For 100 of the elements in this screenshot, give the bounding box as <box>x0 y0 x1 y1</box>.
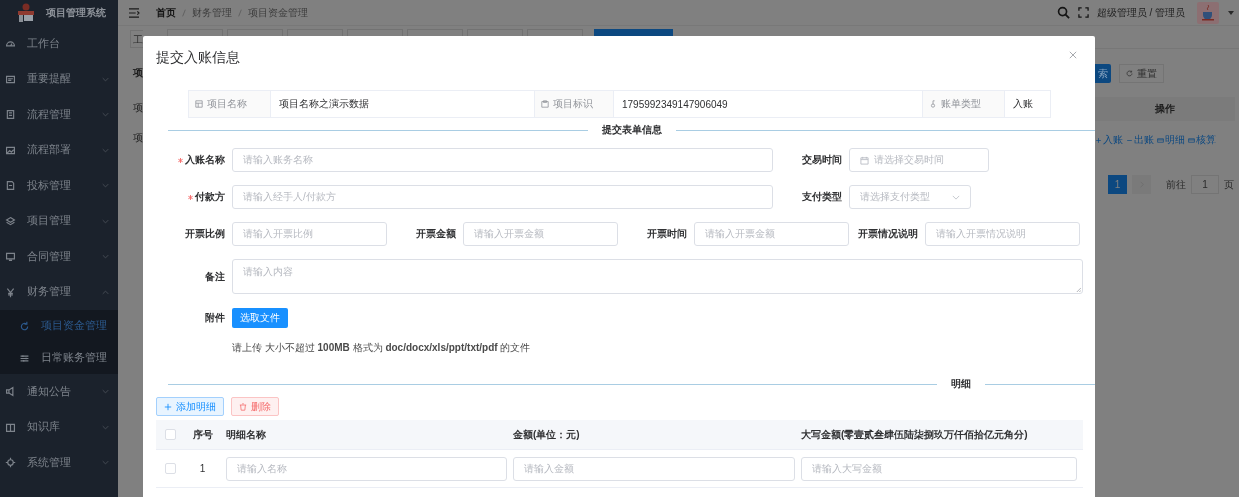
input-field[interactable]: 请输入经手人/付款方 <box>232 185 773 209</box>
action-link[interactable]: 明细 <box>1157 133 1185 147</box>
sidebar-item[interactable]: 知识库 <box>0 409 118 445</box>
chevron-icon <box>102 147 109 153</box>
image-icon <box>5 144 16 156</box>
action-link[interactable]: 入账 <box>1095 133 1123 147</box>
file-icon <box>5 180 16 192</box>
table-cell: 1 <box>199 463 206 474</box>
chevron-icon <box>102 218 109 224</box>
page-button[interactable]: 1 <box>1108 175 1127 194</box>
breadcrumb-item: 财务管理 <box>192 5 232 20</box>
close-icon[interactable] <box>1069 51 1077 59</box>
sidebar-item[interactable]: 通知公告 <box>0 374 118 410</box>
field-label: 附件 <box>205 311 225 325</box>
goto-label: 前往 <box>1166 177 1186 192</box>
card-icon <box>1188 136 1195 144</box>
chevron-icon <box>102 460 109 466</box>
upload-hint: 请上传 大小不超过 100MB 格式为 doc/docx/xls/ppt/txt/pdf 的文件 <box>232 341 532 355</box>
cube-icon <box>5 215 16 227</box>
reset-button[interactable]: 重置 <box>1119 64 1164 83</box>
chevron-icon <box>102 289 109 295</box>
section-title: 明细 <box>950 377 972 391</box>
column-header: 序号 <box>192 428 213 440</box>
user-name[interactable]: 超级管理员 / 管理员 <box>1096 5 1185 20</box>
chevron-icon <box>102 183 109 189</box>
sidebar-item[interactable]: 投标管理 <box>0 168 118 204</box>
input-field[interactable]: 请输入金额 <box>513 456 795 481</box>
field-label: 开票情况说明 <box>858 227 918 241</box>
message-icon <box>5 73 16 85</box>
trash-icon <box>239 402 247 411</box>
calendar-icon <box>860 155 869 165</box>
page-text: 项 <box>133 131 143 145</box>
text-area[interactable]: 请输入内容 <box>232 259 1083 294</box>
sidebar-item[interactable]: 重要提醒 <box>0 61 118 97</box>
sidebar-item[interactable]: 项目管理 <box>0 203 118 239</box>
field-label: 备注 <box>205 269 225 284</box>
checkbox[interactable] <box>165 463 176 474</box>
sidebar-item[interactable]: 财务管理 <box>0 274 118 310</box>
select-field[interactable]: 请选择支付类型 <box>849 185 971 209</box>
input-field[interactable]: 请输入开票情况说明 <box>925 222 1080 246</box>
column-header: 操作 <box>1155 102 1175 116</box>
search-button[interactable]: 索 <box>1095 64 1111 83</box>
sliders-icon <box>19 352 30 364</box>
logo-icon <box>16 3 36 23</box>
search-icon[interactable] <box>1056 6 1070 19</box>
action-link[interactable]: 出账 <box>1126 133 1154 147</box>
tab[interactable] <box>594 29 673 36</box>
refresh-icon <box>19 320 30 332</box>
info-label: 项目标识 <box>535 91 614 117</box>
sidebar-item[interactable]: 合同管理 <box>0 239 118 275</box>
page-text: 项 <box>133 66 143 80</box>
info-label: 项目名称 <box>189 91 271 117</box>
chevron-icon <box>102 112 109 118</box>
chevron-icon <box>102 389 109 395</box>
field-label: 支付类型 <box>802 190 842 204</box>
breadcrumb-item[interactable]: 首页 <box>156 5 176 20</box>
field-label: 开票时间 <box>647 227 687 241</box>
sidebar-item[interactable]: 系统管理 <box>0 445 118 481</box>
page-unit: 页 <box>1224 177 1234 192</box>
input-field[interactable]: 请输入账务名称 <box>232 148 773 172</box>
chevron-icon <box>102 424 109 430</box>
gear-icon <box>5 457 16 469</box>
field-label: 交易时间 <box>802 153 842 167</box>
sidebar-item[interactable]: 工作台 <box>0 26 118 62</box>
input-field[interactable]: 请输入开票比例 <box>232 222 387 246</box>
delete-button[interactable]: 删除 <box>231 397 279 416</box>
choose-file-button[interactable]: 选取文件 <box>232 308 288 328</box>
page-input[interactable]: 1 <box>1191 175 1219 194</box>
breadcrumb-item: 项目资金管理 <box>248 5 308 20</box>
action-link[interactable]: 核算 <box>1188 133 1216 147</box>
date-field[interactable]: 请选择交易时间 <box>849 148 989 172</box>
field-label: 入账名称 <box>185 153 225 167</box>
caret-icon[interactable] <box>1228 10 1234 15</box>
yen-icon <box>5 286 16 298</box>
plus-icon <box>1095 136 1102 144</box>
key-icon <box>929 100 937 108</box>
chevron-icon <box>952 194 960 200</box>
chevron-icon <box>102 76 109 82</box>
add-button[interactable]: 添加明细 <box>156 397 224 416</box>
fullscreen-icon[interactable] <box>1077 7 1089 18</box>
input-field[interactable]: 请输入开票金额 <box>694 222 849 246</box>
sidebar-subitem[interactable]: 日常账务管理 <box>0 342 118 374</box>
sidebar-subitem[interactable]: 项目资金管理 <box>0 310 118 342</box>
avatar-icon[interactable] <box>1197 1 1219 24</box>
column-header: 金额(单位：元) <box>513 428 580 440</box>
input-field[interactable]: 请输入名称 <box>226 456 507 481</box>
column-header: 明细名称 <box>226 428 266 440</box>
monitor-icon <box>5 251 16 263</box>
field-label: 开票比例 <box>185 227 225 241</box>
megaphone-icon <box>5 386 16 398</box>
menu-icon[interactable] <box>128 7 140 18</box>
section-title: 提交表单信息 <box>600 123 663 137</box>
card-icon <box>1157 136 1164 144</box>
checkbox[interactable] <box>165 429 176 440</box>
sidebar-item[interactable]: 流程管理 <box>0 97 118 133</box>
refresh-icon <box>1126 70 1133 77</box>
input-field[interactable]: 请输入开票金额 <box>463 222 618 246</box>
sidebar-item[interactable]: 流程部署 <box>0 132 118 168</box>
resize-icon[interactable] <box>1076 287 1081 292</box>
table-icon <box>195 100 203 108</box>
